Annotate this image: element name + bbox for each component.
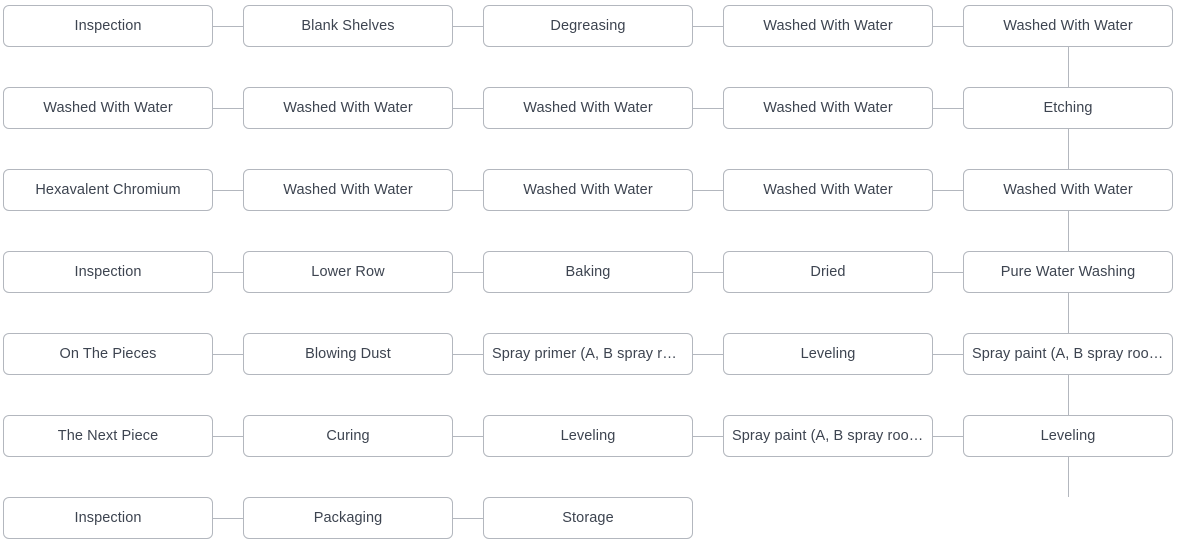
flow-node-n3[interactable]: Degreasing <box>483 5 693 47</box>
connector-horizontal <box>693 26 723 27</box>
connector-horizontal <box>213 272 243 273</box>
connector-horizontal <box>933 190 963 191</box>
flow-node-n8[interactable]: Washed With Water <box>483 87 693 129</box>
connector-horizontal <box>933 108 963 109</box>
flow-node-n9[interactable]: Washed With Water <box>243 87 453 129</box>
flow-node-n16[interactable]: Pure Water Washing <box>963 251 1173 293</box>
flow-node-n18[interactable]: Baking <box>483 251 693 293</box>
connector-horizontal <box>453 26 483 27</box>
flow-node-n11[interactable]: Hexavalent Chromium <box>3 169 213 211</box>
flow-node-n29[interactable]: Curing <box>243 415 453 457</box>
flow-node-n33[interactable]: Storage <box>483 497 693 539</box>
flow-node-n20[interactable]: Inspection <box>3 251 213 293</box>
connector-vertical <box>1068 293 1069 333</box>
connector-horizontal <box>453 108 483 109</box>
flow-node-n1[interactable]: Inspection <box>3 5 213 47</box>
connector-vertical <box>1068 375 1069 415</box>
connector-horizontal <box>453 354 483 355</box>
flow-node-n5[interactable]: Washed With Water <box>963 5 1173 47</box>
flow-node-n19[interactable]: Lower Row <box>243 251 453 293</box>
connector-horizontal <box>213 354 243 355</box>
connector-horizontal <box>213 190 243 191</box>
flowchart-canvas: Inspection Blank Shelves Degreasing Washed … <box>0 0 1177 545</box>
flow-node-n4[interactable]: Washed With Water <box>723 5 933 47</box>
connector-horizontal <box>693 436 723 437</box>
flow-node-n28[interactable]: Leveling <box>483 415 693 457</box>
connector-horizontal <box>933 354 963 355</box>
flow-node-n22[interactable]: Blowing Dust <box>243 333 453 375</box>
connector-horizontal <box>453 436 483 437</box>
connector-horizontal <box>213 26 243 27</box>
connector-horizontal <box>213 518 243 519</box>
connector-horizontal <box>213 108 243 109</box>
flow-node-n30[interactable]: The Next Piece <box>3 415 213 457</box>
flow-node-n27[interactable]: Spray paint (A, B spray room) <box>723 415 933 457</box>
connector-horizontal <box>693 354 723 355</box>
flow-node-n6[interactable]: Etching <box>963 87 1173 129</box>
flow-node-n31[interactable]: Inspection <box>3 497 213 539</box>
flow-node-n15[interactable]: Washed With Water <box>963 169 1173 211</box>
connector-horizontal <box>453 272 483 273</box>
flow-node-n32[interactable]: Packaging <box>243 497 453 539</box>
connector-vertical <box>1068 47 1069 87</box>
flow-node-n24[interactable]: Leveling <box>723 333 933 375</box>
connector-horizontal <box>693 190 723 191</box>
connector-horizontal <box>453 190 483 191</box>
connector-vertical <box>1068 457 1069 497</box>
flow-node-n12[interactable]: Washed With Water <box>243 169 453 211</box>
flow-node-n26[interactable]: Leveling <box>963 415 1173 457</box>
connector-horizontal <box>693 108 723 109</box>
connector-horizontal <box>933 436 963 437</box>
connector-horizontal <box>213 436 243 437</box>
flow-node-n10[interactable]: Washed With Water <box>3 87 213 129</box>
connector-horizontal <box>933 272 963 273</box>
flow-node-n23[interactable]: Spray primer (A, B spray room) <box>483 333 693 375</box>
flow-node-n17[interactable]: Dried <box>723 251 933 293</box>
flow-node-n14[interactable]: Washed With Water <box>723 169 933 211</box>
flow-node-n7[interactable]: Washed With Water <box>723 87 933 129</box>
flow-node-n21[interactable]: On The Pieces <box>3 333 213 375</box>
connector-vertical <box>1068 129 1069 169</box>
flow-node-n2[interactable]: Blank Shelves <box>243 5 453 47</box>
connector-horizontal <box>693 272 723 273</box>
flow-node-n25[interactable]: Spray paint (A, B spray room) <box>963 333 1173 375</box>
connector-horizontal <box>933 26 963 27</box>
connector-horizontal <box>453 518 483 519</box>
flow-node-n13[interactable]: Washed With Water <box>483 169 693 211</box>
connector-vertical <box>1068 211 1069 251</box>
